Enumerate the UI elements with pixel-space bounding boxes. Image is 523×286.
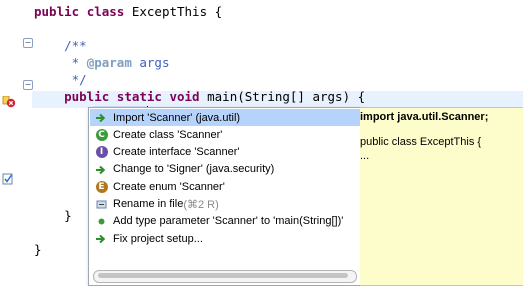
interface-i-icon: I [95,146,108,159]
change-arrow-icon [95,163,108,176]
code-token: static [116,89,162,104]
enum-e-icon: E [95,180,108,193]
class-c-icon: C [95,128,108,141]
code-token: void [169,89,200,104]
code-line[interactable]: } [34,207,72,224]
quick-fix-label: Fix project setup... [113,232,203,245]
code-line[interactable]: } [34,241,42,258]
code-line[interactable]: * @param args [34,54,170,71]
quick-fix-label: Add type parameter 'Scanner' to 'main(St… [113,215,344,228]
preview-ellipsis: ... [360,150,370,162]
quick-fix-item[interactable]: Import 'Scanner' (java.util) [90,109,360,126]
code-token: @param [86,55,132,70]
quick-fix-preview: import java.util.Scanner; public class E… [360,107,523,286]
code-token: class [86,4,125,19]
fold-collapse-icon[interactable]: − [23,38,33,48]
code-token: * [34,55,87,70]
code-token: public [64,89,110,104]
quick-fix-item[interactable]: C Create class 'Scanner' [90,126,360,143]
quick-fix-shortcut: (⌘2 R) [183,198,219,211]
code-token: main(String[] args) { [199,89,366,104]
quick-fix-popup: Import 'Scanner' (java.util) C Create clas… [88,107,362,286]
quick-fix-label: Create interface 'Scanner' [113,146,240,159]
quick-fix-label: Rename in file [113,198,184,210]
preview-import-line: import java.util.Scanner; [360,111,489,123]
editor-ruler [0,0,23,284]
code-line[interactable]: public class ExceptThis { [34,3,222,20]
import-arrow-icon [95,111,108,124]
preview-class-line: public class ExceptThis { [360,136,482,148]
quick-fix-item[interactable]: Add type parameter 'Scanner' to 'main(St… [90,213,360,230]
code-token: } [34,208,72,223]
quick-fix-item[interactable]: Fix project setup... [90,230,360,247]
horizontal-scrollbar[interactable] [93,270,357,283]
code-line[interactable]: /** [34,37,87,54]
quick-fix-item[interactable]: Rename in file (⌘2 R) [90,196,360,213]
fix-setup-icon [95,232,108,245]
task-checkbox-icon[interactable] [2,170,16,185]
code-token: ExceptThis { [124,4,223,19]
quickfix-error-icon[interactable] [2,93,16,108]
code-token: public [34,4,80,19]
code-token: */ [34,72,87,87]
code-token: } [34,242,42,257]
code-token: /** [34,38,87,53]
quick-fix-label: Change to 'Signer' (java.security) [113,163,275,176]
rename-icon [95,198,108,211]
quick-fix-item[interactable]: Change to 'Signer' (java.security) [90,161,360,178]
quick-fix-label: Import 'Scanner' (java.util) [113,111,241,124]
code-line[interactable]: */ [34,71,87,88]
code-token: args [131,55,170,70]
type-param-icon [95,215,108,228]
code-line[interactable]: public static void main(String[] args) { [34,88,365,105]
quick-fix-label: Create class 'Scanner' [113,128,223,141]
fold-collapse-icon[interactable]: − [23,80,33,90]
scrollbar-thumb[interactable] [98,273,348,278]
quick-fix-item[interactable]: E Create enum 'Scanner' [90,178,360,195]
quick-fix-label: Create enum 'Scanner' [113,180,225,193]
quick-fix-item[interactable]: I Create interface 'Scanner' [90,144,360,161]
